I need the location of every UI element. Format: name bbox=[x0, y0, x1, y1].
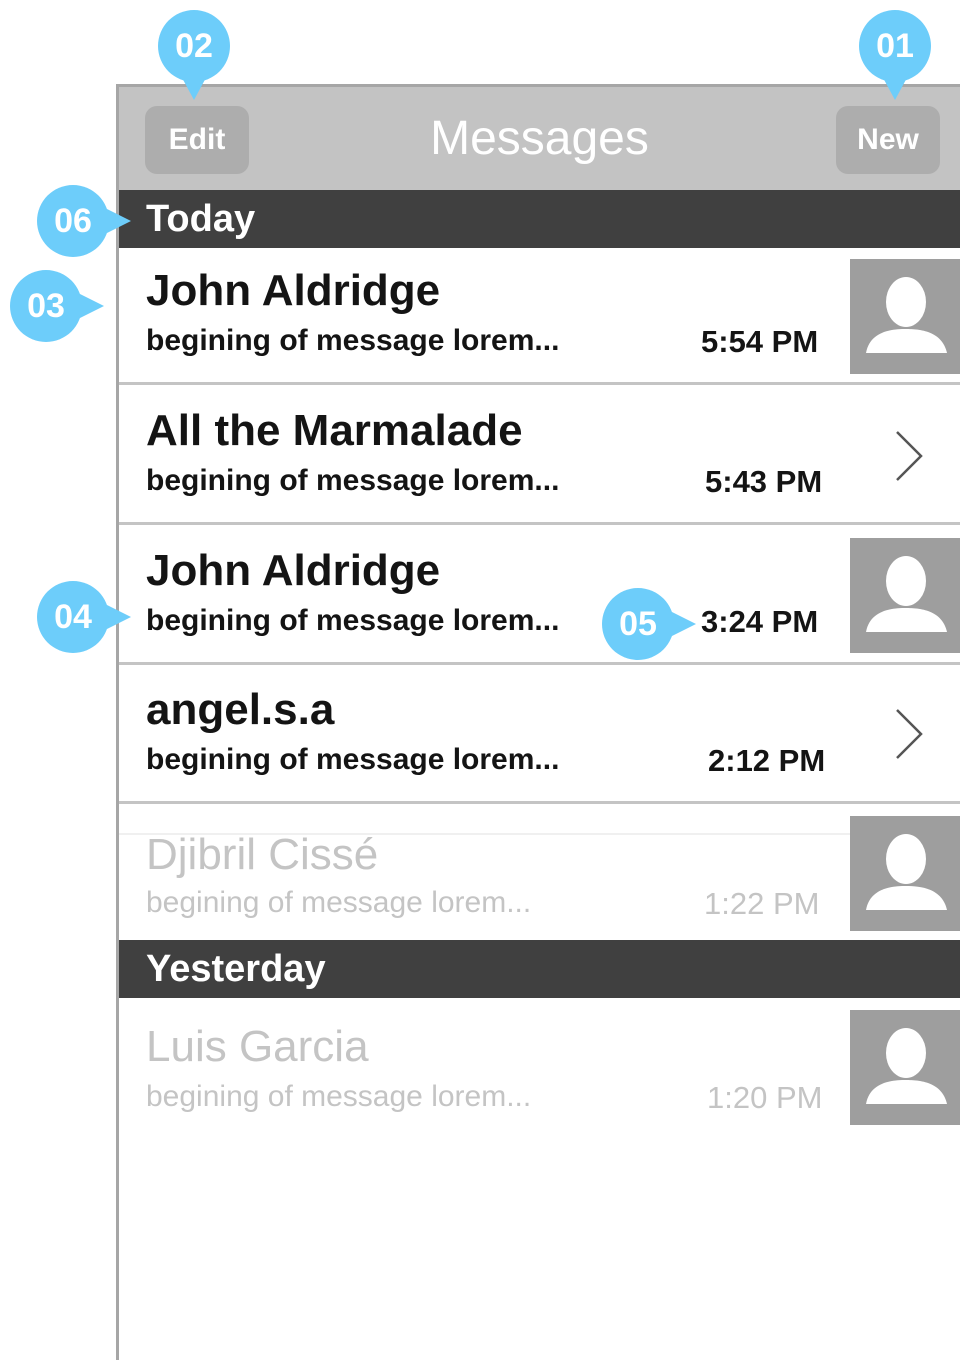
message-preview: begining of message lorem... bbox=[146, 886, 532, 919]
sender-name: angel.s.a bbox=[146, 685, 335, 734]
message-row[interactable]: John Aldridge begining of message lorem.… bbox=[119, 528, 960, 665]
message-time: 5:54 PM bbox=[701, 324, 819, 359]
avatar[interactable] bbox=[850, 538, 960, 653]
avatar[interactable] bbox=[850, 816, 960, 931]
sender-name: All the Marmalade bbox=[146, 406, 523, 455]
phone-frame: Edit Messages New Today John Aldridge be… bbox=[116, 84, 960, 1360]
navigation-bar: Edit Messages New bbox=[119, 87, 960, 190]
page-title: Messages bbox=[430, 112, 649, 165]
avatar[interactable] bbox=[850, 259, 960, 374]
person-icon bbox=[866, 556, 947, 632]
sender-name: Luis Garcia bbox=[146, 1022, 369, 1071]
annotation-marker-01: 01 bbox=[859, 10, 931, 100]
section-header-yesterday: Yesterday bbox=[119, 940, 960, 998]
message-time: 1:20 PM bbox=[707, 1080, 823, 1115]
message-row[interactable]: angel.s.a begining of message lorem... 2… bbox=[119, 667, 960, 804]
avatar[interactable] bbox=[850, 1010, 960, 1125]
new-message-button[interactable]: New bbox=[836, 106, 940, 174]
annotation-marker-05: 05 bbox=[602, 588, 696, 660]
message-preview: begining of message lorem... bbox=[146, 464, 560, 497]
annotation-marker-04: 04 bbox=[37, 581, 131, 653]
message-preview: begining of message lorem... bbox=[146, 743, 560, 776]
annotation-marker-03: 03 bbox=[10, 270, 104, 342]
sender-name: Djibril Cissé bbox=[146, 830, 379, 879]
chevron-right-icon bbox=[896, 431, 923, 481]
chevron-right-icon bbox=[896, 709, 923, 759]
section-header-today: Today bbox=[119, 190, 960, 248]
annotation-marker-02: 02 bbox=[158, 10, 230, 100]
sender-name: John Aldridge bbox=[146, 266, 441, 315]
message-time: 3:24 PM bbox=[701, 604, 819, 639]
message-row[interactable]: Luis Garcia begining of message lorem...… bbox=[119, 998, 960, 1135]
message-row[interactable]: John Aldridge begining of message lorem.… bbox=[119, 248, 960, 385]
message-row[interactable]: All the Marmalade begining of message lo… bbox=[119, 388, 960, 525]
message-preview: begining of message lorem... bbox=[146, 324, 560, 357]
sender-name: John Aldridge bbox=[146, 546, 441, 595]
annotation-marker-06: 06 bbox=[37, 185, 131, 257]
message-time: 2:12 PM bbox=[708, 743, 826, 778]
message-time: 5:43 PM bbox=[705, 464, 823, 499]
message-preview: begining of message lorem... bbox=[146, 1080, 532, 1113]
person-icon bbox=[866, 834, 947, 910]
person-icon bbox=[866, 1028, 947, 1104]
message-preview: begining of message lorem... bbox=[146, 604, 560, 637]
person-icon bbox=[866, 277, 947, 353]
message-row[interactable]: Djibril Cissé begining of message lorem.… bbox=[119, 806, 960, 943]
message-time: 1:22 PM bbox=[704, 886, 820, 921]
